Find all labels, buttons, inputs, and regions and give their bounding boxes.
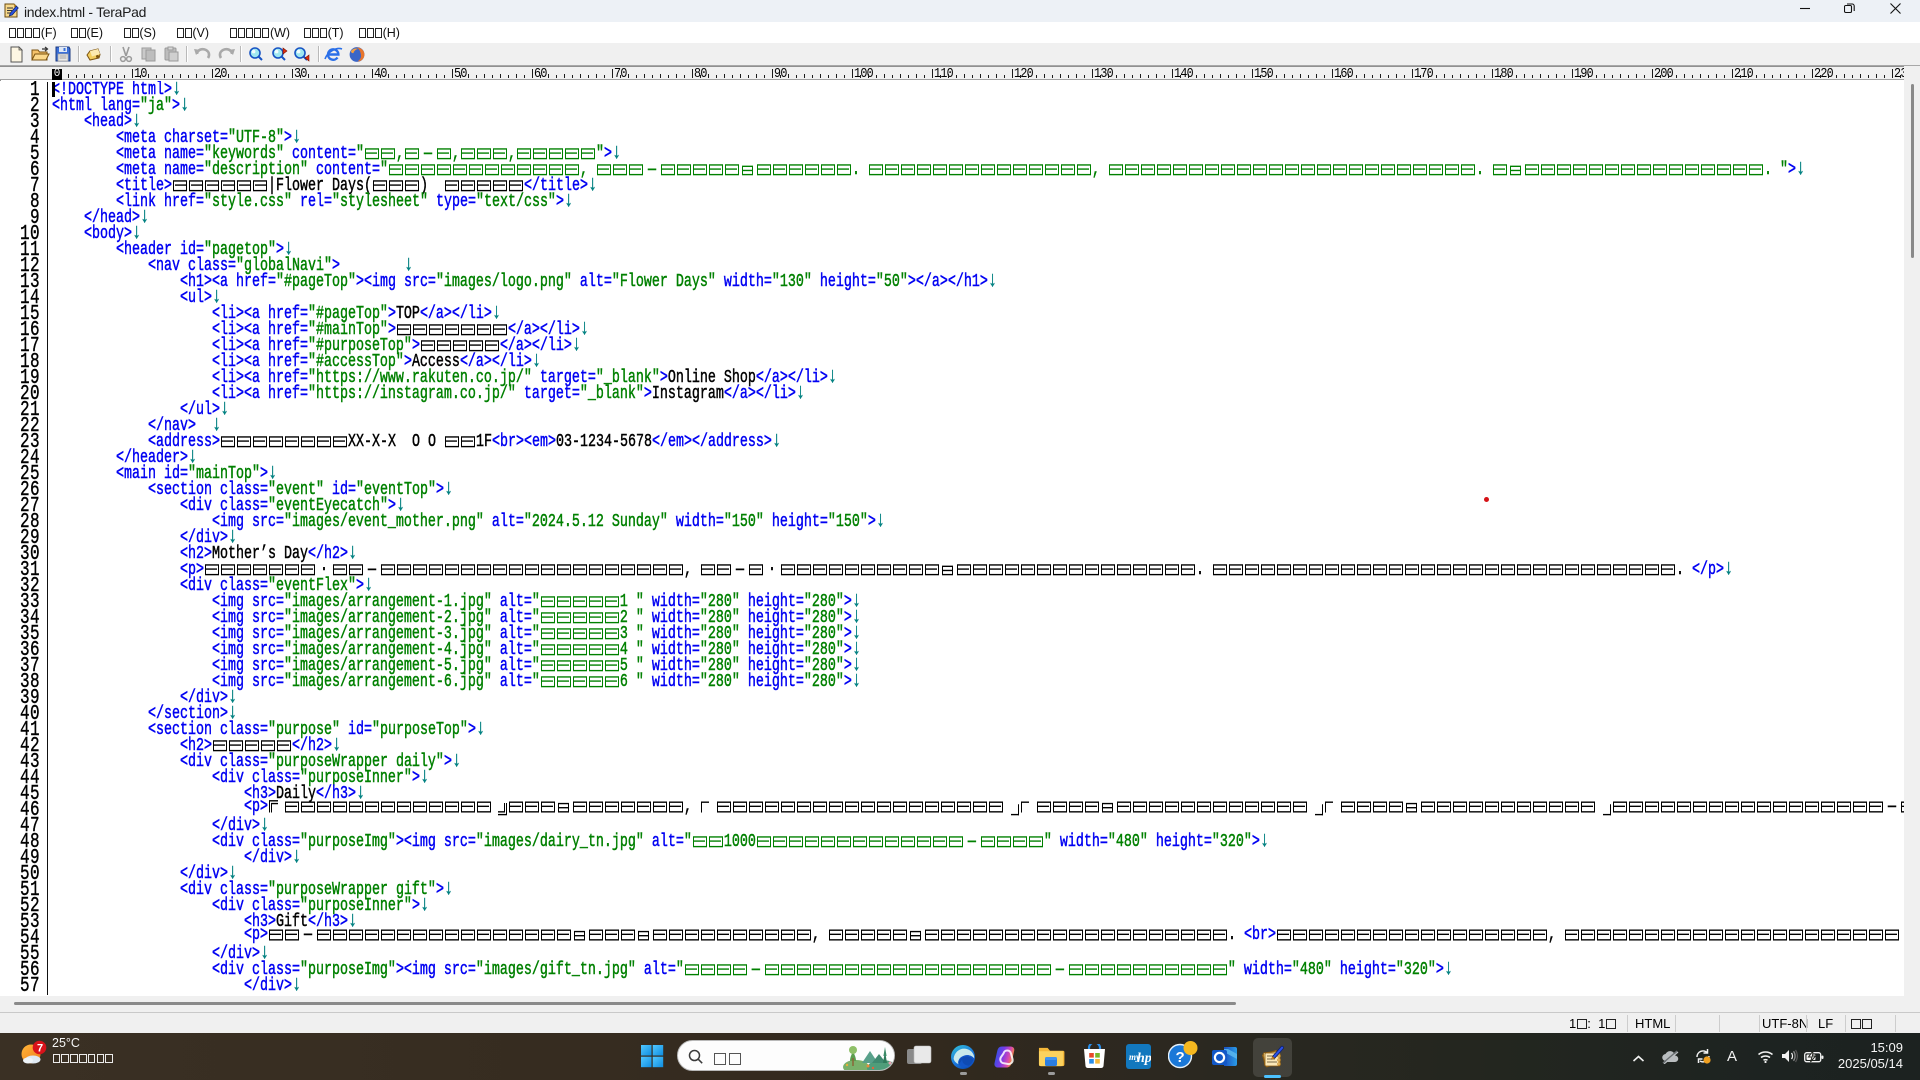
svg-text:7: 7 xyxy=(37,1043,43,1055)
svg-text:?: ? xyxy=(1176,1049,1185,1066)
svg-text:A: A xyxy=(1727,1048,1737,1063)
svg-text:hp: hp xyxy=(1137,1051,1151,1066)
